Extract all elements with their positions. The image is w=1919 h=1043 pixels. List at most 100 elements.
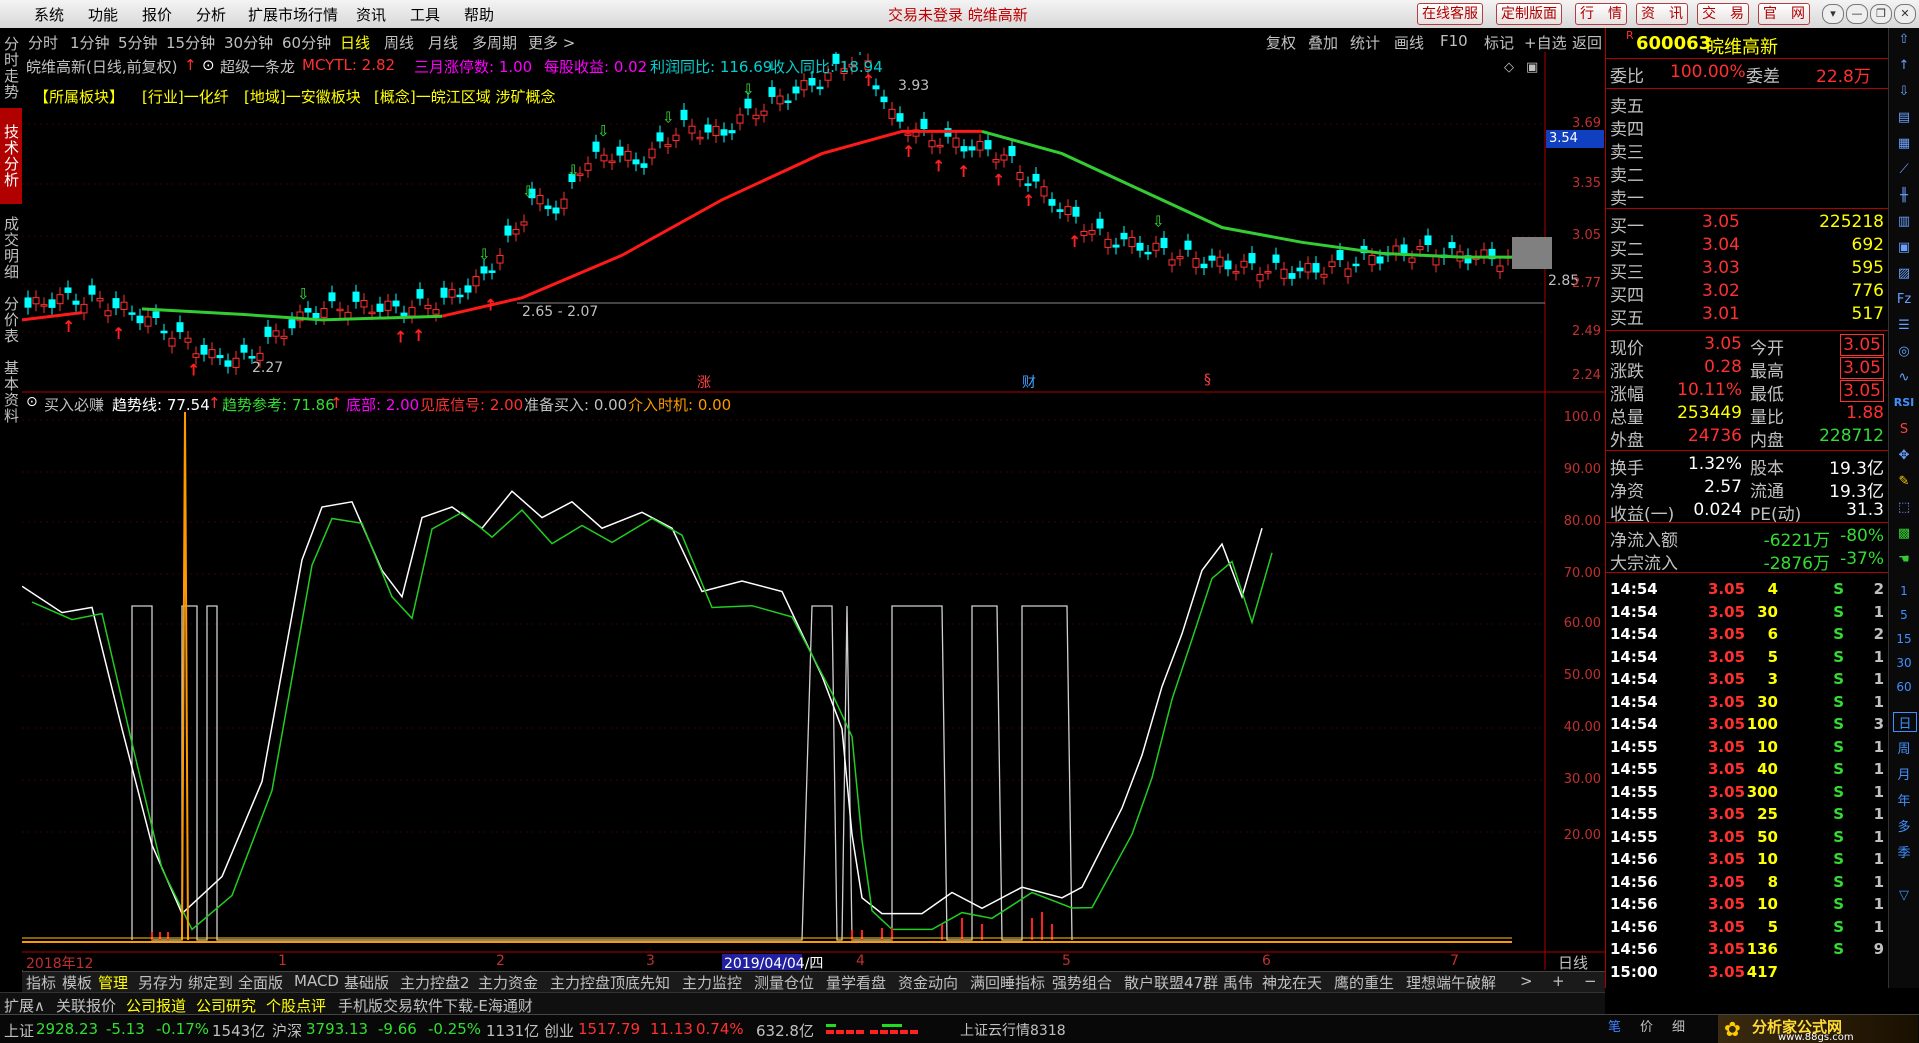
sell-order-row[interactable]: 卖二 bbox=[1606, 161, 1888, 186]
sh-index-label[interactable]: 上证 bbox=[4, 1020, 34, 1041]
indicator-tab[interactable]: 管理 bbox=[98, 972, 128, 993]
overlay-button[interactable]: 叠加 bbox=[1308, 32, 1338, 53]
indicator-tab[interactable]: 全面版 bbox=[238, 972, 283, 993]
period-30-icon[interactable]: 30 bbox=[1893, 656, 1915, 674]
indicator-tab[interactable]: 量学看盘 bbox=[826, 972, 886, 993]
tab-trade-details[interactable]: 成交明细 bbox=[0, 208, 22, 288]
tab-60min[interactable]: 60分钟 bbox=[282, 32, 331, 53]
f10-button[interactable]: F10 bbox=[1440, 32, 1468, 50]
market-button[interactable]: 行 情 bbox=[1575, 3, 1627, 25]
sell-order-row[interactable]: 卖一 bbox=[1606, 184, 1888, 209]
indicator-tab[interactable]: MACD bbox=[294, 972, 339, 990]
window-close-button[interactable]: ✕ bbox=[1894, 4, 1916, 24]
indicator-tab[interactable]: 鹰的重生 bbox=[1334, 972, 1394, 993]
price-tab-icon[interactable]: 价 bbox=[1640, 1016, 1653, 1035]
indicator-tab[interactable]: 主力控盘 bbox=[550, 972, 610, 993]
tab-weekly[interactable]: 周线 bbox=[384, 32, 414, 53]
indicator-tab[interactable]: 基础版 bbox=[344, 972, 389, 993]
indicator-tab[interactable]: 模板 bbox=[62, 972, 92, 993]
green-box-icon[interactable]: ▩ bbox=[1893, 526, 1915, 544]
fz-icon[interactable]: Fz bbox=[1893, 292, 1915, 310]
multi-icon[interactable]: 多 bbox=[1893, 816, 1915, 835]
indicator-tab[interactable]: 强势组合 bbox=[1052, 972, 1112, 993]
period-1-icon[interactable]: 1 bbox=[1893, 584, 1915, 602]
panel-toggle-icon[interactable]: ▣ bbox=[1526, 60, 1538, 75]
add-watchlist-button[interactable]: +自选 bbox=[1524, 32, 1567, 53]
indicator-tab[interactable]: 主力监控 bbox=[682, 972, 742, 993]
report-icon[interactable]: ▦ bbox=[1893, 136, 1915, 154]
hs-index-label[interactable]: 沪深 bbox=[272, 1020, 302, 1041]
weekly-icon[interactable]: 周 bbox=[1893, 738, 1915, 757]
indicator-tab[interactable]: 主力控盘2 bbox=[400, 972, 470, 993]
mark-button[interactable]: 标记 bbox=[1484, 32, 1514, 53]
period-5-icon[interactable]: 5 bbox=[1893, 608, 1915, 626]
screen-icon[interactable]: ▤ bbox=[1893, 110, 1915, 128]
candle-icon[interactable]: ╫ bbox=[1893, 188, 1915, 206]
window-menu-button[interactable]: ▾ bbox=[1822, 4, 1844, 24]
expand-button[interactable]: 扩展∧ bbox=[4, 995, 45, 1016]
indicator-tab[interactable]: 主力资金 bbox=[478, 972, 538, 993]
period-60-icon[interactable]: 60 bbox=[1893, 680, 1915, 698]
indicator-tab[interactable]: 资金动向 bbox=[898, 972, 958, 993]
rsi-icon[interactable]: RSI bbox=[1893, 396, 1915, 414]
buy-order-row[interactable]: 买二 3.04 692 bbox=[1606, 235, 1888, 260]
board-industry[interactable]: [行业]一化纤 bbox=[142, 86, 229, 107]
sell-order-row[interactable]: 卖三 bbox=[1606, 138, 1888, 163]
sell-order-row[interactable]: 卖五 bbox=[1606, 92, 1888, 117]
news-button[interactable]: 资 讯 bbox=[1636, 3, 1688, 25]
indicator-tab[interactable]: 测量仓位 bbox=[754, 972, 814, 993]
arrow-box-icon[interactable]: ⬚ bbox=[1893, 500, 1915, 518]
window-restore-button[interactable]: ❐ bbox=[1870, 4, 1892, 24]
yearly-icon[interactable]: 年 bbox=[1893, 790, 1915, 809]
tab-5min[interactable]: 5分钟 bbox=[118, 32, 158, 53]
sub-indicator-name[interactable]: 买入必赚 bbox=[44, 394, 104, 415]
menu-item-help[interactable]: 帮助 bbox=[464, 4, 494, 25]
zoom-out-icon[interactable]: − bbox=[1584, 972, 1597, 990]
tab-technical-analysis[interactable]: 技术分析 bbox=[0, 108, 22, 204]
menu-item-extended-market[interactable]: 扩展市场行情 bbox=[248, 4, 338, 25]
tab-intraday[interactable]: 分时走势 bbox=[0, 32, 22, 104]
s-icon[interactable]: S bbox=[1893, 422, 1915, 440]
move-icon[interactable]: ✥ bbox=[1893, 448, 1915, 466]
buy-order-row[interactable]: 买五 3.01 517 bbox=[1606, 304, 1888, 329]
daily-icon[interactable]: 日 bbox=[1893, 712, 1917, 732]
tick-list[interactable]: 14:54 3.05 4 S 2 14:54 3.05 30 S 1 14:54 3.05 6 S 2 14:… bbox=[1606, 574, 1888, 981]
chart-area[interactable]: ↑ ↑ ↑ ↑ ↑ ↑ ↑ ↑ ↑ ↑ ↑ ↑ ↑ ⇩ ⇩ ⇩ ⇩ ⇩ ⇩ ⇩ ⇩ ↑ bbox=[22, 52, 1605, 970]
menu-item-function[interactable]: 功能 bbox=[88, 4, 118, 25]
indicator-tab[interactable]: 理想端午破解 bbox=[1406, 972, 1496, 993]
indicator-name[interactable]: 超级一条龙 bbox=[220, 56, 295, 77]
board-concept[interactable]: [概念]一皖江区域 涉矿概念 bbox=[374, 86, 555, 107]
related-quote-link[interactable]: 关联报价 bbox=[56, 995, 116, 1016]
menu-item-system[interactable]: 系统 bbox=[34, 4, 64, 25]
custom-layout-button[interactable]: 定制版面 bbox=[1496, 3, 1562, 25]
indicator-tab[interactable]: 指标 bbox=[26, 972, 56, 993]
indicator-tab[interactable]: 绑定到 bbox=[188, 972, 233, 993]
stock-review-link[interactable]: 个股点评 bbox=[266, 995, 326, 1016]
tab-timeshare[interactable]: 分时 bbox=[28, 32, 58, 53]
indicator-tab[interactable]: 满回睡指标 bbox=[970, 972, 1045, 993]
arrow-up-alt-icon[interactable]: ↑ bbox=[1893, 58, 1915, 76]
indicator-tab[interactable]: 神龙在天 bbox=[1262, 972, 1322, 993]
board-region[interactable]: [地域]一安徽板块 bbox=[244, 86, 361, 107]
tab-more[interactable]: 更多 > bbox=[528, 32, 575, 53]
draw-line-button[interactable]: 画线 bbox=[1394, 32, 1424, 53]
zoom-in-icon[interactable]: + bbox=[1552, 972, 1565, 990]
monthly-icon[interactable]: 月 bbox=[1893, 764, 1915, 783]
official-site-button[interactable]: 官 网 bbox=[1758, 3, 1810, 25]
tab-daily[interactable]: 日线 bbox=[340, 32, 370, 53]
cy-index-label[interactable]: 创业 bbox=[544, 1020, 574, 1041]
sell-order-row[interactable]: 卖四 bbox=[1606, 115, 1888, 140]
quarter-icon[interactable]: 季 bbox=[1893, 842, 1915, 861]
grid-icon[interactable]: ▥ bbox=[1893, 214, 1915, 232]
tick-tab-icon[interactable]: 笔 bbox=[1608, 1016, 1621, 1035]
indicator-tab[interactable]: 顶底先知 bbox=[610, 972, 670, 993]
buy-order-row[interactable]: 买一 3.05 225218 bbox=[1606, 212, 1888, 237]
menu-item-news[interactable]: 资讯 bbox=[356, 4, 386, 25]
buy-order-row[interactable]: 买三 3.03 595 bbox=[1606, 258, 1888, 283]
company-research-link[interactable]: 公司研究 bbox=[196, 995, 256, 1016]
collapse-icon[interactable]: ⊙ bbox=[202, 56, 215, 74]
tab-30min[interactable]: 30分钟 bbox=[224, 32, 273, 53]
arrow-up-icon[interactable]: ⇧ bbox=[1893, 32, 1915, 50]
buy-order-row[interactable]: 买四 3.02 776 bbox=[1606, 281, 1888, 306]
back-button[interactable]: 返回 bbox=[1572, 32, 1602, 53]
